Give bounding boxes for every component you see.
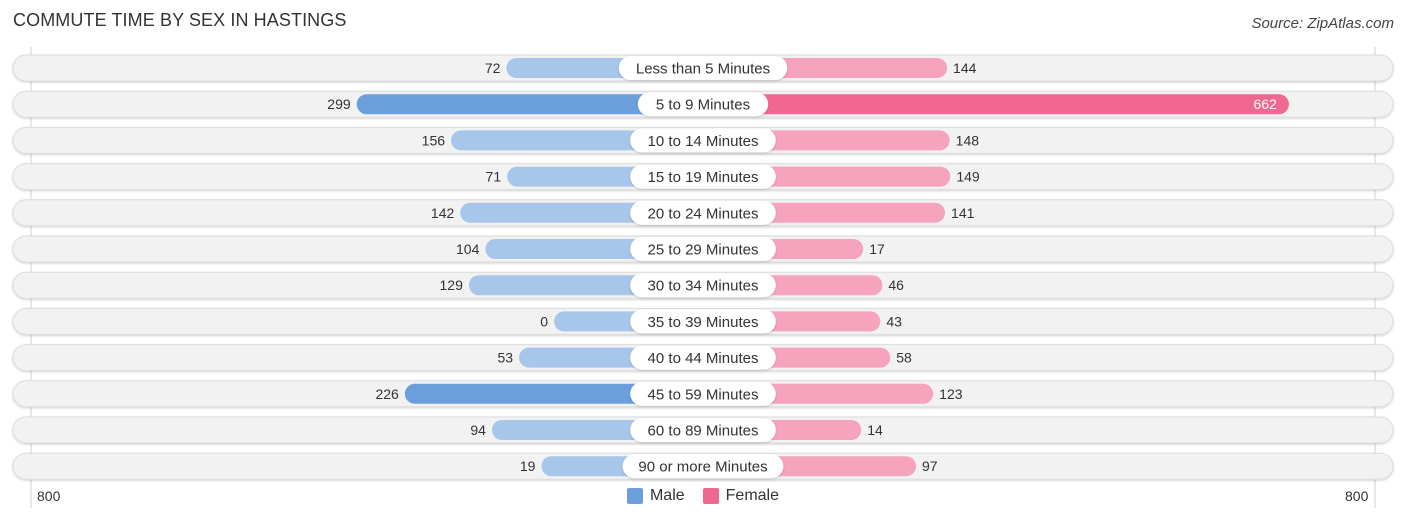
value-label-male: 72	[485, 60, 501, 76]
bar-row: 25 to 29 Minutes 104 17	[12, 235, 1394, 263]
value-label-male: 94	[470, 422, 486, 438]
value-label-female: 14	[867, 422, 883, 438]
legend-item-female: Female	[702, 487, 780, 505]
value-label-female: 123	[939, 386, 963, 402]
category-label: 15 to 19 Minutes	[648, 169, 759, 186]
bar-row: 30 to 34 Minutes 129 46	[12, 271, 1394, 299]
category-label: Less than 5 Minutes	[636, 61, 770, 78]
category-label: 25 to 29 Minutes	[648, 242, 759, 259]
bar-row: 20 to 24 Minutes 142 141	[12, 199, 1394, 227]
value-label-female: 17	[869, 241, 885, 257]
value-label-male: 129	[440, 277, 464, 293]
value-label-male: 71	[486, 169, 502, 185]
category-label: 60 to 89 Minutes	[648, 423, 759, 440]
bar-row: 60 to 89 Minutes 94 14	[12, 416, 1394, 444]
value-label-female: 144	[953, 60, 977, 76]
value-label-female: 149	[956, 169, 980, 185]
bar-row: 15 to 19 Minutes 71 149	[12, 163, 1394, 191]
bar-row: 35 to 39 Minutes 0 43	[12, 307, 1394, 335]
value-label-male: 104	[456, 241, 480, 257]
category-label: 40 to 44 Minutes	[648, 350, 759, 367]
value-label-male: 0	[540, 313, 548, 329]
bar-row: Less than 5 Minutes 72 144	[12, 54, 1394, 82]
value-label-female: 97	[922, 458, 938, 474]
legend-item-male: Male	[626, 487, 685, 505]
category-label: 90 or more Minutes	[638, 459, 767, 476]
bar-female	[703, 94, 1289, 115]
legend-label-male: Male	[649, 487, 685, 504]
legend: Male Female	[0, 487, 1406, 505]
category-label: 5 to 9 Minutes	[656, 97, 750, 114]
value-label-male: 156	[422, 132, 446, 148]
value-label-female: 662	[1254, 96, 1278, 112]
category-label: 10 to 14 Minutes	[648, 133, 759, 150]
category-label: 20 to 24 Minutes	[648, 205, 759, 222]
bar-row: 10 to 14 Minutes 156 148	[12, 126, 1394, 154]
value-label-female: 141	[951, 205, 975, 221]
value-label-male: 53	[497, 350, 513, 366]
bar-row: 45 to 59 Minutes 226 123	[12, 380, 1394, 408]
chart-svg: Less than 5 Minutes 72 144 5 to 9 Minutes 29…	[12, 47, 1394, 508]
value-label-male: 226	[375, 386, 399, 402]
legend-swatch-female	[702, 488, 719, 504]
bar-row: 40 to 44 Minutes 53 58	[12, 344, 1394, 372]
value-label-female: 58	[896, 350, 912, 366]
bar-row: 5 to 9 Minutes 299 662	[12, 90, 1394, 118]
value-label-female: 46	[888, 277, 904, 293]
value-label-male: 142	[431, 205, 455, 221]
bar-row: 90 or more Minutes 19 97	[12, 452, 1394, 480]
legend-label-female: Female	[725, 487, 780, 504]
value-label-male: 19	[520, 458, 536, 474]
category-label: 30 to 34 Minutes	[648, 278, 759, 295]
category-label: 35 to 39 Minutes	[648, 314, 759, 331]
value-label-male: 299	[327, 96, 351, 112]
legend-swatch-male	[626, 488, 643, 504]
category-label: 45 to 59 Minutes	[648, 386, 759, 403]
value-label-female: 43	[886, 313, 902, 329]
value-label-female: 148	[956, 132, 980, 148]
